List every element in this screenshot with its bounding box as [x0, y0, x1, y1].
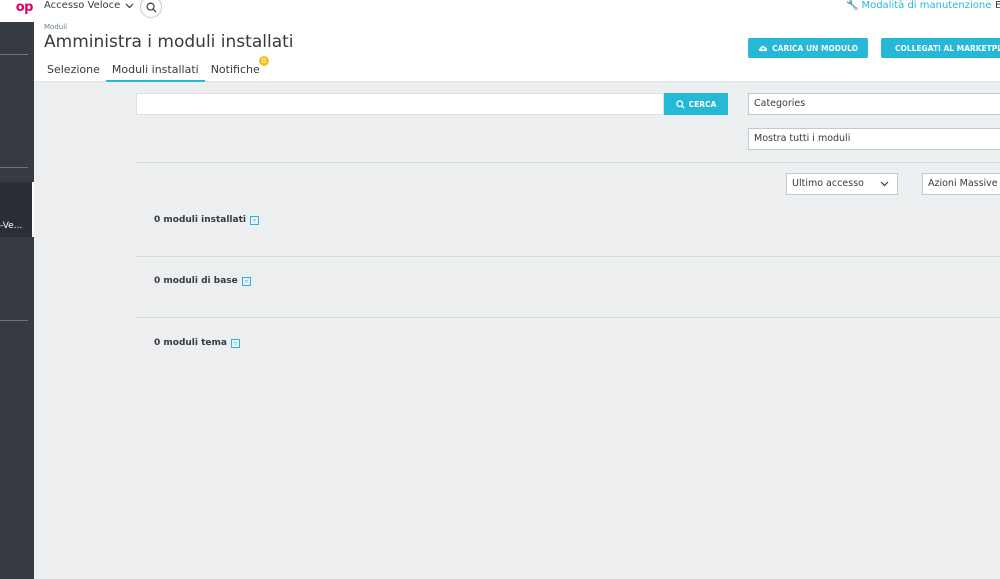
maintenance-label: Modalità di manutenzione	[861, 0, 992, 11]
search-submit-button[interactable]: CERCA	[664, 93, 728, 115]
bulk-actions-select[interactable]: Azioni Massive	[922, 173, 1000, 195]
sidebar-divider	[0, 320, 28, 321]
quick-access-label: Accesso Veloce	[44, 0, 121, 11]
marketplace-button[interactable]: COLLEGATI AL MARKETPLACE	[881, 38, 1000, 58]
notification-badge: 0	[258, 56, 269, 66]
logo[interactable]: op	[0, 0, 34, 22]
search-input[interactable]	[136, 93, 664, 115]
collapse-icon[interactable]: ▿	[249, 215, 259, 225]
sidebar-item-label: -Ve...	[0, 221, 23, 231]
page-title: Amministra i moduli installati	[44, 32, 294, 52]
search-icon	[675, 99, 685, 109]
sort-select-label: Ultimo accesso	[792, 178, 864, 189]
cloud-upload-icon	[758, 45, 767, 52]
collapse-icon[interactable]: ▿	[230, 338, 240, 348]
divider	[136, 162, 1000, 163]
quick-access-dropdown[interactable]: Accesso Veloce	[44, 0, 134, 11]
section-installed: 0 moduli installati ▿	[154, 215, 259, 225]
breadcrumb[interactable]: Moduli	[44, 23, 67, 31]
divider	[136, 317, 1000, 318]
top-bar: Accesso Veloce 🔧 Modalità di manutenzion…	[34, 0, 1000, 18]
maintenance-link[interactable]: 🔧 Modalità di manutenzione	[846, 0, 991, 11]
collapse-icon[interactable]: ▿	[241, 276, 251, 286]
tab-moduli-installati[interactable]: Moduli installati	[105, 62, 205, 82]
sidebar-divider	[0, 167, 28, 168]
tab-notifiche[interactable]: Notifiche 0	[205, 56, 269, 82]
module-status-select[interactable]: Mostra tutti i moduli	[748, 128, 1000, 150]
chevron-down-icon	[880, 181, 889, 187]
top-right-text[interactable]: E	[995, 0, 1000, 11]
search-button-label: CERCA	[688, 99, 717, 109]
divider	[136, 256, 1000, 257]
marketplace-label: COLLEGATI AL MARKETPLACE	[895, 43, 1000, 53]
section-theme: 0 moduli tema ▿	[154, 338, 240, 348]
section-base: 0 moduli di base ▿	[154, 276, 251, 286]
upload-module-label: CARICA UN MODULO	[772, 43, 858, 53]
page-header: Moduli Amministra i moduli installati Se…	[34, 18, 1000, 82]
sidebar-divider	[0, 54, 28, 55]
tab-selezione[interactable]: Selezione	[41, 62, 106, 82]
sort-select[interactable]: Ultimo accesso	[786, 173, 898, 195]
categories-select[interactable]: Categories	[748, 93, 1000, 115]
logo-text: op	[15, 0, 34, 15]
tabs: Selezione Moduli installati Notifiche 0	[41, 56, 269, 82]
sidebar-item-active[interactable]: -Ve...	[0, 182, 34, 237]
chevron-down-icon	[125, 3, 134, 8]
search-icon	[146, 2, 157, 13]
sidebar: op -Ve...	[0, 0, 34, 579]
wrench-icon: 🔧	[846, 0, 859, 11]
section-base-title: 0 moduli di base	[154, 276, 238, 286]
search-button[interactable]	[140, 0, 162, 18]
tab-notifiche-label: Notifiche	[210, 63, 260, 76]
section-installed-title: 0 moduli installati	[154, 215, 246, 225]
upload-module-button[interactable]: CARICA UN MODULO	[748, 38, 868, 58]
section-theme-title: 0 moduli tema	[154, 338, 227, 348]
